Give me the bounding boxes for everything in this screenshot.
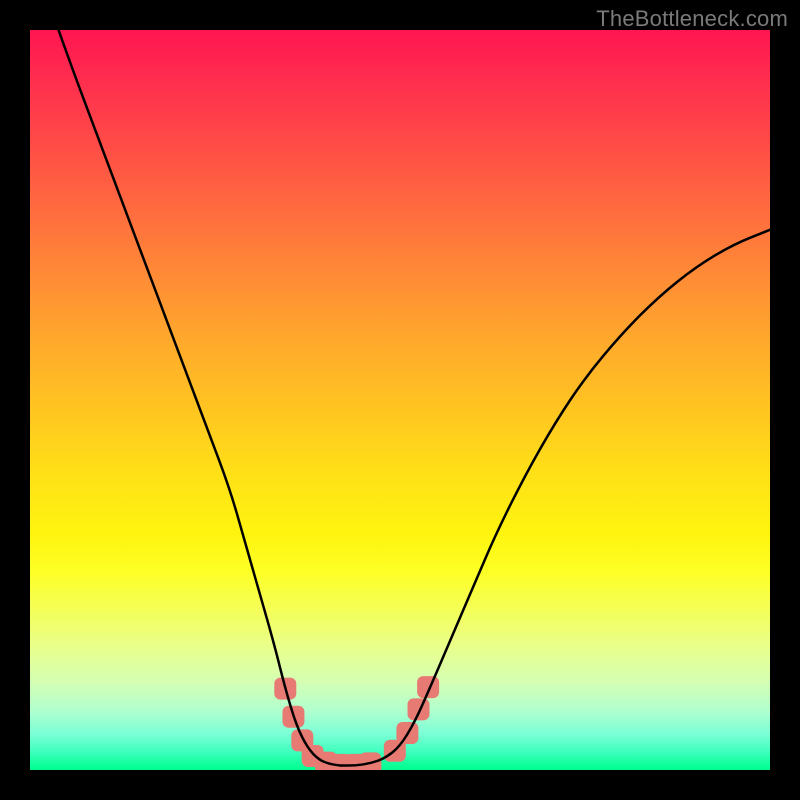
curve-left-arm <box>56 30 341 766</box>
curve-right-arm <box>341 230 770 766</box>
chart-frame: TheBottleneck.com <box>0 0 800 800</box>
marker <box>408 698 430 720</box>
plot-area <box>30 30 770 770</box>
line-layer <box>56 30 770 766</box>
watermark-text: TheBottleneck.com <box>596 6 788 32</box>
chart-svg <box>30 30 770 770</box>
